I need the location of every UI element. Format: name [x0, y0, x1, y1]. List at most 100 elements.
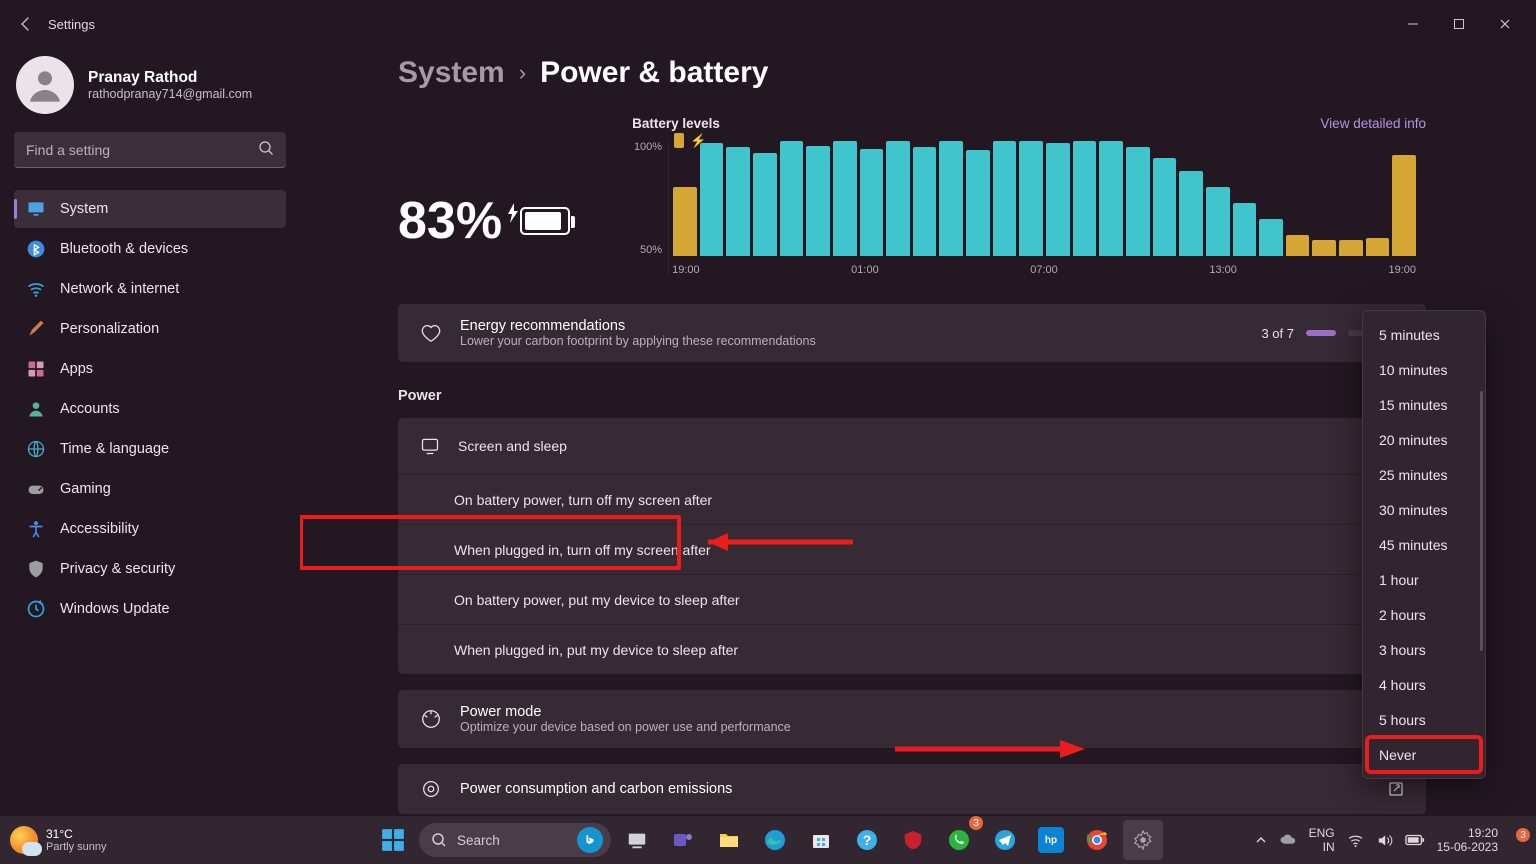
power-row[interactable]: On battery power, turn off my screen aft…	[398, 474, 1426, 524]
apps-icon	[26, 359, 46, 379]
tray-chevron-icon[interactable]	[1255, 834, 1267, 846]
dropdown-option[interactable]: 2 hours	[1367, 597, 1481, 632]
maximize-button[interactable]	[1436, 8, 1482, 40]
teams-icon[interactable]	[663, 820, 703, 860]
nav-item-gaming[interactable]: Gaming	[14, 470, 286, 508]
screen-sleep-header[interactable]: Screen and sleep	[398, 418, 1426, 474]
battery-percent: 83%	[398, 191, 502, 251]
start-button[interactable]	[373, 820, 413, 860]
taskbar-search[interactable]: Search	[419, 823, 611, 857]
mcafee-icon[interactable]	[893, 820, 933, 860]
settings-icon[interactable]	[1123, 820, 1163, 860]
dropdown-option[interactable]: 3 hours	[1367, 632, 1481, 667]
power-row[interactable]: When plugged in, turn off my screen afte…	[398, 524, 1426, 574]
dropdown-option[interactable]: 10 minutes	[1367, 352, 1481, 387]
chart-bar	[700, 143, 724, 256]
chart-bar	[860, 149, 884, 256]
weather-icon	[10, 826, 38, 854]
nav-item-accessibility[interactable]: Accessibility	[14, 510, 286, 548]
wifi-icon	[26, 279, 46, 299]
power-row[interactable]: When plugged in, put my device to sleep …	[398, 624, 1426, 674]
carbon-icon	[420, 778, 442, 800]
carbon-card[interactable]: Power consumption and carbon emissions	[398, 764, 1426, 814]
breadcrumb-parent[interactable]: System	[398, 56, 505, 90]
edge-icon[interactable]	[755, 820, 795, 860]
dropdown-option[interactable]: 25 minutes	[1367, 457, 1481, 492]
nav-list: System Bluetooth & devices Network & inter…	[14, 190, 286, 628]
battery-status: 83%	[398, 116, 570, 276]
globe-icon	[26, 439, 46, 459]
minimize-button[interactable]	[1390, 8, 1436, 40]
chart-bar	[1206, 187, 1230, 256]
chrome-icon[interactable]	[1077, 820, 1117, 860]
chart-bar	[1046, 143, 1070, 256]
battery-icon	[520, 207, 570, 235]
card-subtitle: Lower your carbon footprint by applying …	[460, 334, 1243, 348]
screen-sleep-label: Screen and sleep	[458, 438, 567, 454]
telegram-icon[interactable]	[985, 820, 1025, 860]
power-row-label: When plugged in, put my device to sleep …	[454, 642, 738, 658]
nav-item-time-language[interactable]: Time & language	[14, 430, 286, 468]
nav-label: Accessibility	[60, 521, 139, 537]
nav-label: Bluetooth & devices	[60, 241, 188, 257]
dropdown-option[interactable]: 15 minutes	[1367, 387, 1481, 422]
battery-tray-icon[interactable]	[1405, 833, 1425, 847]
battery-chart: ⚡ 100%50% 19:0001:0007:0013:0019:00	[630, 141, 1426, 276]
profile[interactable]: Pranay Rathod rathodpranay714@gmail.com	[14, 52, 286, 132]
clock[interactable]: 19:2015-06-2023	[1437, 826, 1498, 855]
breadcrumb: System › Power & battery	[398, 56, 1426, 90]
leaf-heart-icon	[420, 322, 442, 344]
weather-desc: Partly sunny	[46, 841, 107, 853]
hp-icon[interactable]: hp	[1031, 820, 1071, 860]
main: System › Power & battery 83% Battery lev…	[300, 48, 1536, 816]
volume-icon[interactable]	[1376, 832, 1393, 849]
nav-item-system[interactable]: System	[14, 190, 286, 228]
power-row[interactable]: On battery power, put my device to sleep…	[398, 574, 1426, 624]
task-view-button[interactable]	[617, 820, 657, 860]
help-icon[interactable]: ?	[847, 820, 887, 860]
chart-bar	[1259, 219, 1283, 256]
search-icon	[431, 832, 447, 848]
nav-item-personalization[interactable]: Personalization	[14, 310, 286, 348]
dropdown-option[interactable]: 5 hours	[1367, 702, 1481, 737]
explorer-icon[interactable]	[709, 820, 749, 860]
nav-label: Privacy & security	[60, 561, 175, 577]
power-section-label: Power	[398, 388, 1426, 404]
dropdown-option[interactable]: 30 minutes	[1367, 492, 1481, 527]
nav-item-windows-update[interactable]: Windows Update	[14, 590, 286, 628]
system-tray[interactable]: ENGIN 19:2015-06-2023	[1255, 826, 1526, 855]
close-button[interactable]	[1482, 8, 1528, 40]
time-dropdown[interactable]: 5 minutes10 minutes15 minutes20 minutes2…	[1362, 310, 1486, 779]
nav-item-apps[interactable]: Apps	[14, 350, 286, 388]
weather-widget[interactable]: 31°C Partly sunny	[10, 826, 107, 854]
language-indicator[interactable]: ENGIN	[1309, 826, 1335, 855]
back-button[interactable]	[6, 4, 46, 44]
dropdown-option[interactable]: Never	[1367, 737, 1481, 772]
dropdown-option[interactable]: 45 minutes	[1367, 527, 1481, 562]
dropdown-option[interactable]: 1 hour	[1367, 562, 1481, 597]
card-subtitle: Optimize your device based on power use …	[460, 720, 1372, 734]
power-row-label: On battery power, turn off my screen aft…	[454, 492, 712, 508]
chart-bar	[753, 153, 777, 257]
dropdown-option[interactable]: 5 minutes	[1367, 317, 1481, 352]
nav-item-accounts[interactable]: Accounts	[14, 390, 286, 428]
onedrive-icon[interactable]	[1279, 831, 1297, 849]
chart-detail-link[interactable]: View detailed info	[1320, 116, 1426, 131]
dropdown-option[interactable]: 4 hours	[1367, 667, 1481, 702]
breadcrumb-current: Power & battery	[540, 56, 768, 90]
notifications-icon[interactable]	[1510, 832, 1526, 848]
dropdown-option[interactable]: 20 minutes	[1367, 422, 1481, 457]
wifi-icon[interactable]	[1347, 832, 1364, 849]
energy-recommendations-card[interactable]: Energy recommendations Lower your carbon…	[398, 304, 1426, 362]
store-icon[interactable]	[801, 820, 841, 860]
access-icon	[26, 519, 46, 539]
search-input[interactable]	[14, 132, 286, 168]
nav-item-bluetooth-devices[interactable]: Bluetooth & devices	[14, 230, 286, 268]
nav-item-privacy-security[interactable]: Privacy & security	[14, 550, 286, 588]
card-title: Energy recommendations	[460, 318, 1243, 334]
profile-email: rathodpranay714@gmail.com	[88, 87, 252, 101]
nav-label: Gaming	[60, 481, 111, 497]
power-mode-card[interactable]: Power mode Optimize your device based on…	[398, 690, 1426, 748]
nav-item-network-internet[interactable]: Network & internet	[14, 270, 286, 308]
whatsapp-icon[interactable]	[939, 820, 979, 860]
